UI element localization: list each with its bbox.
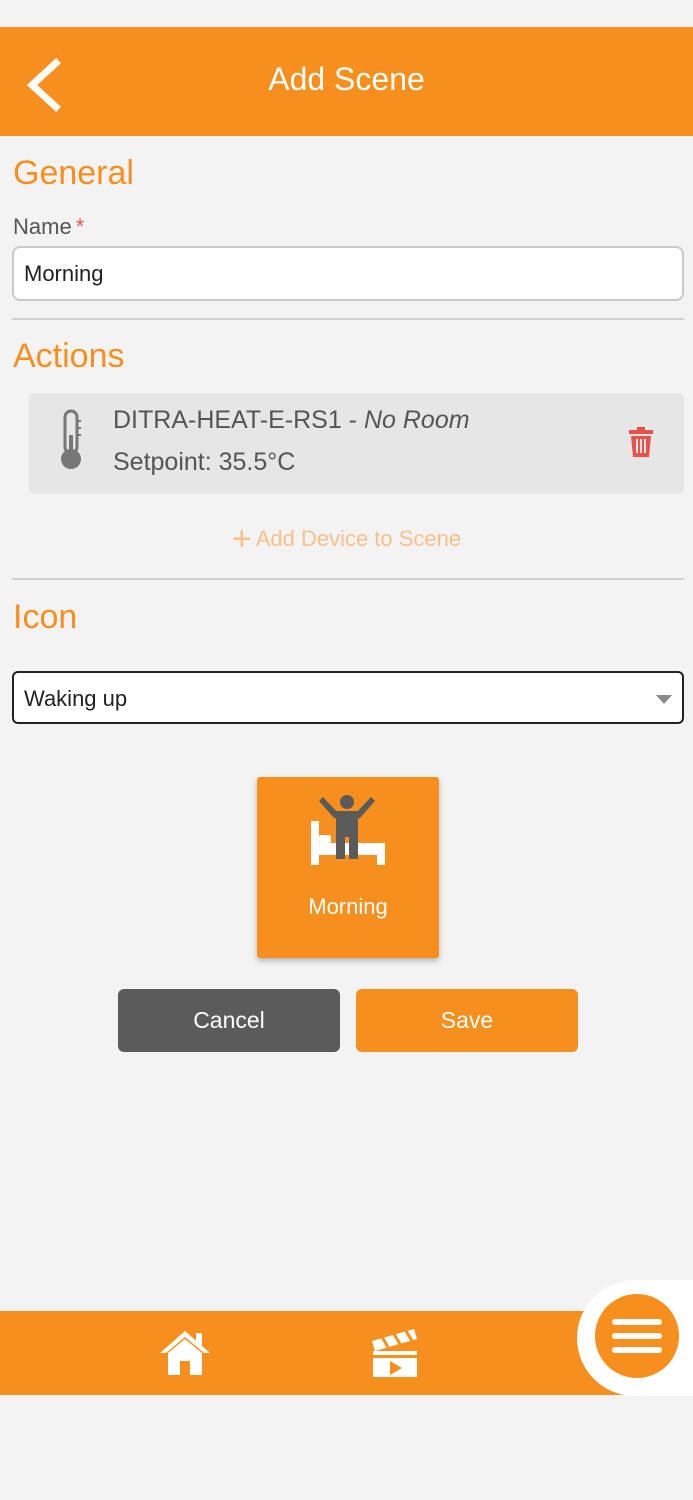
scene-preview-label: Morning — [308, 894, 388, 919]
action-setpoint: Setpoint: 35.5°C — [113, 448, 296, 476]
menu-line — [612, 1319, 662, 1325]
scene-preview-tile: Morning — [257, 777, 439, 958]
icon-section-title: Icon — [13, 598, 78, 636]
action-device-name: DITRA-HEAT-E-RS1 - No Room — [113, 406, 470, 435]
thermometer-icon — [61, 409, 81, 469]
action-item[interactable]: DITRA-HEAT-E-RS1 - No Room Setpoint: 35.… — [29, 393, 684, 494]
icon-select[interactable]: Waking up — [12, 671, 684, 724]
hamburger-menu-icon[interactable] — [595, 1294, 679, 1378]
home-icon[interactable] — [158, 1327, 212, 1377]
dropdown-caret-icon — [656, 695, 672, 704]
page-title: Add Scene — [268, 61, 425, 97]
icon-select-value: Waking up — [24, 686, 128, 711]
plus-icon: + — [231, 520, 252, 558]
cancel-button[interactable]: Cancel — [118, 989, 340, 1052]
actions-section-title: Actions — [13, 337, 125, 375]
add-device-label: Add Device to Scene — [255, 526, 462, 551]
divider — [12, 578, 684, 580]
name-input[interactable] — [12, 246, 684, 301]
device-name: DITRA-HEAT-E-RS1 — [113, 406, 342, 434]
menu-line — [612, 1333, 662, 1339]
app-header: Add Scene — [0, 27, 693, 136]
required-mark: * — [75, 214, 85, 239]
waking-up-icon — [311, 795, 385, 865]
name-label-text: Name — [13, 214, 72, 239]
menu-line — [612, 1347, 662, 1353]
device-room: No Room — [363, 406, 470, 434]
general-section-title: General — [13, 154, 134, 192]
name-label: Name * — [13, 214, 84, 240]
save-button[interactable]: Save — [356, 989, 578, 1052]
trash-icon[interactable] — [629, 427, 653, 457]
add-device-button[interactable]: + Add Device to Scene — [0, 520, 693, 559]
clapperboard-icon[interactable] — [370, 1327, 420, 1379]
divider — [12, 318, 684, 320]
device-room-separator: - — [341, 406, 364, 434]
